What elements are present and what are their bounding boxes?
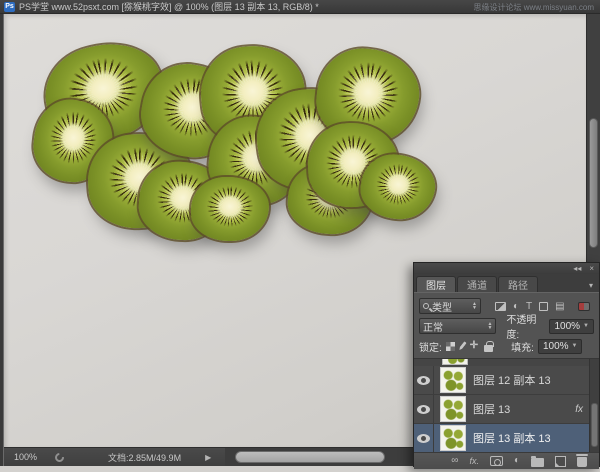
filter-type-dropdown[interactable]: 类型 ▲▼ <box>419 298 481 314</box>
eye-icon <box>417 434 430 443</box>
layer-list: 图层 12 副本 13 图层 13 fx 图层 13 副本 13 <box>414 358 599 452</box>
layer-thumbnail[interactable] <box>440 425 466 451</box>
layer-thumbnail[interactable] <box>440 396 466 422</box>
type-layer-filter-icon[interactable]: T <box>526 301 532 312</box>
lock-all-icon[interactable] <box>484 345 493 352</box>
collapse-panel-icon[interactable]: ◂◂ <box>573 265 581 273</box>
photoshop-logo-icon: Ps <box>4 2 15 12</box>
lock-transparency-icon[interactable] <box>446 342 455 351</box>
new-group-icon[interactable] <box>531 458 544 467</box>
layer-row[interactable]: 图层 13 副本 13 <box>414 424 589 452</box>
clipped-layer-thumbnail <box>442 359 468 365</box>
eye-icon <box>417 405 430 414</box>
smart-object-filter-icon[interactable]: ▤ <box>555 301 564 312</box>
new-layer-icon[interactable] <box>555 456 566 467</box>
pixel-layer-filter-icon[interactable] <box>495 302 506 311</box>
lock-icons: ✛ <box>446 341 493 352</box>
window-title: PS学堂 www.52psxt.com [猕猴桃字效] @ 100% (图层 1… <box>19 0 319 13</box>
status-forward-icon[interactable]: ▶ <box>205 453 211 462</box>
watermark-text: 思缘设计论坛 www.missyuan.com <box>474 2 594 13</box>
layer-row[interactable]: 图层 13 fx <box>414 395 589 424</box>
shape-layer-filter-icon[interactable] <box>539 302 548 311</box>
filter-type-label: 类型 <box>432 299 452 314</box>
delete-layer-icon[interactable] <box>577 457 587 467</box>
filter-icons: ◐ T ▤ <box>495 301 590 312</box>
blend-mode-value: 正常 <box>423 319 443 334</box>
layer-thumbnail[interactable] <box>440 367 466 393</box>
adjustment-layer-filter-icon[interactable]: ◐ <box>513 301 519 312</box>
layer-name: 图层 12 副本 13 <box>473 372 551 388</box>
tab-layers[interactable]: 图层 <box>416 276 456 292</box>
opacity-value[interactable]: 100% ▼ <box>549 319 594 334</box>
visibility-toggle[interactable] <box>414 424 434 452</box>
lock-label: 锁定: <box>419 339 442 354</box>
tab-paths[interactable]: 路径 <box>498 276 538 292</box>
blend-row: 正常 ▲▼ 不透明度: 100% ▼ <box>419 316 594 336</box>
close-panel-icon[interactable]: × <box>589 265 594 273</box>
adjustment-layer-icon[interactable]: ◐ <box>514 456 520 466</box>
dropdown-arrows-icon: ▲▼ <box>472 302 477 310</box>
lock-position-icon[interactable]: ✛ <box>470 341 478 351</box>
panel-menu-icon[interactable]: ▾ <box>585 281 597 292</box>
photoshop-document-window: Ps PS学堂 www.52psxt.com [猕猴桃字效] @ 100% (图… <box>0 0 600 472</box>
panel-tabs: 图层 通道 路径 ▾ <box>414 274 599 292</box>
visibility-toggle[interactable] <box>414 366 434 394</box>
panel-header: ◂◂ × <box>414 263 599 274</box>
fill-value[interactable]: 100% ▼ <box>538 339 583 354</box>
layers-panel: ◂◂ × 图层 通道 路径 ▾ 类型 ▲▼ ◐ T <box>413 262 600 467</box>
tab-channels[interactable]: 通道 <box>457 276 497 292</box>
filter-toggle-icon[interactable] <box>578 302 590 311</box>
search-icon <box>423 303 429 309</box>
eye-icon <box>417 376 430 385</box>
horizontal-scrollbar-thumb[interactable] <box>235 451 385 463</box>
layer-row[interactable]: 图层 12 副本 13 <box>414 366 589 395</box>
zoom-level-field[interactable]: 100% <box>4 452 45 462</box>
link-icon[interactable]: ∞ <box>451 456 458 466</box>
add-mask-icon[interactable] <box>490 456 503 466</box>
layer-list-scrollbar-thumb[interactable] <box>591 403 598 447</box>
blend-mode-dropdown[interactable]: 正常 ▲▼ <box>419 318 496 334</box>
panel-footer: ∞ fx. ◐ <box>414 452 599 469</box>
refresh-icon <box>53 451 66 464</box>
title-bar[interactable]: Ps PS学堂 www.52psxt.com [猕猴桃字效] @ 100% (图… <box>0 0 600 14</box>
opacity-text: 100% <box>554 321 580 332</box>
document-size-info: 文档:2.85M/49.9M <box>108 451 181 464</box>
fx-icon[interactable]: fx. <box>469 456 479 466</box>
lock-pixels-icon[interactable] <box>458 341 467 351</box>
layer-controls: 类型 ▲▼ ◐ T ▤ 正常 ▲▼ 不透明度: <box>414 292 599 358</box>
layer-name: 图层 13 <box>473 401 510 417</box>
layer-list-scrollbar[interactable] <box>589 359 599 452</box>
fx-badge: fx <box>575 404 583 415</box>
chevron-down-icon: ▼ <box>583 323 589 329</box>
vertical-scrollbar-thumb[interactable] <box>589 118 598 248</box>
fill-text: 100% <box>543 341 569 352</box>
dropdown-arrows-icon: ▲▼ <box>487 322 492 330</box>
layer-name: 图层 13 副本 13 <box>473 430 551 446</box>
chevron-down-icon: ▼ <box>572 343 578 349</box>
opacity-label: 不透明度: <box>506 311 545 341</box>
kiwi-slice <box>191 177 269 241</box>
visibility-toggle[interactable] <box>414 395 434 423</box>
fill-label: 填充: <box>511 339 534 354</box>
